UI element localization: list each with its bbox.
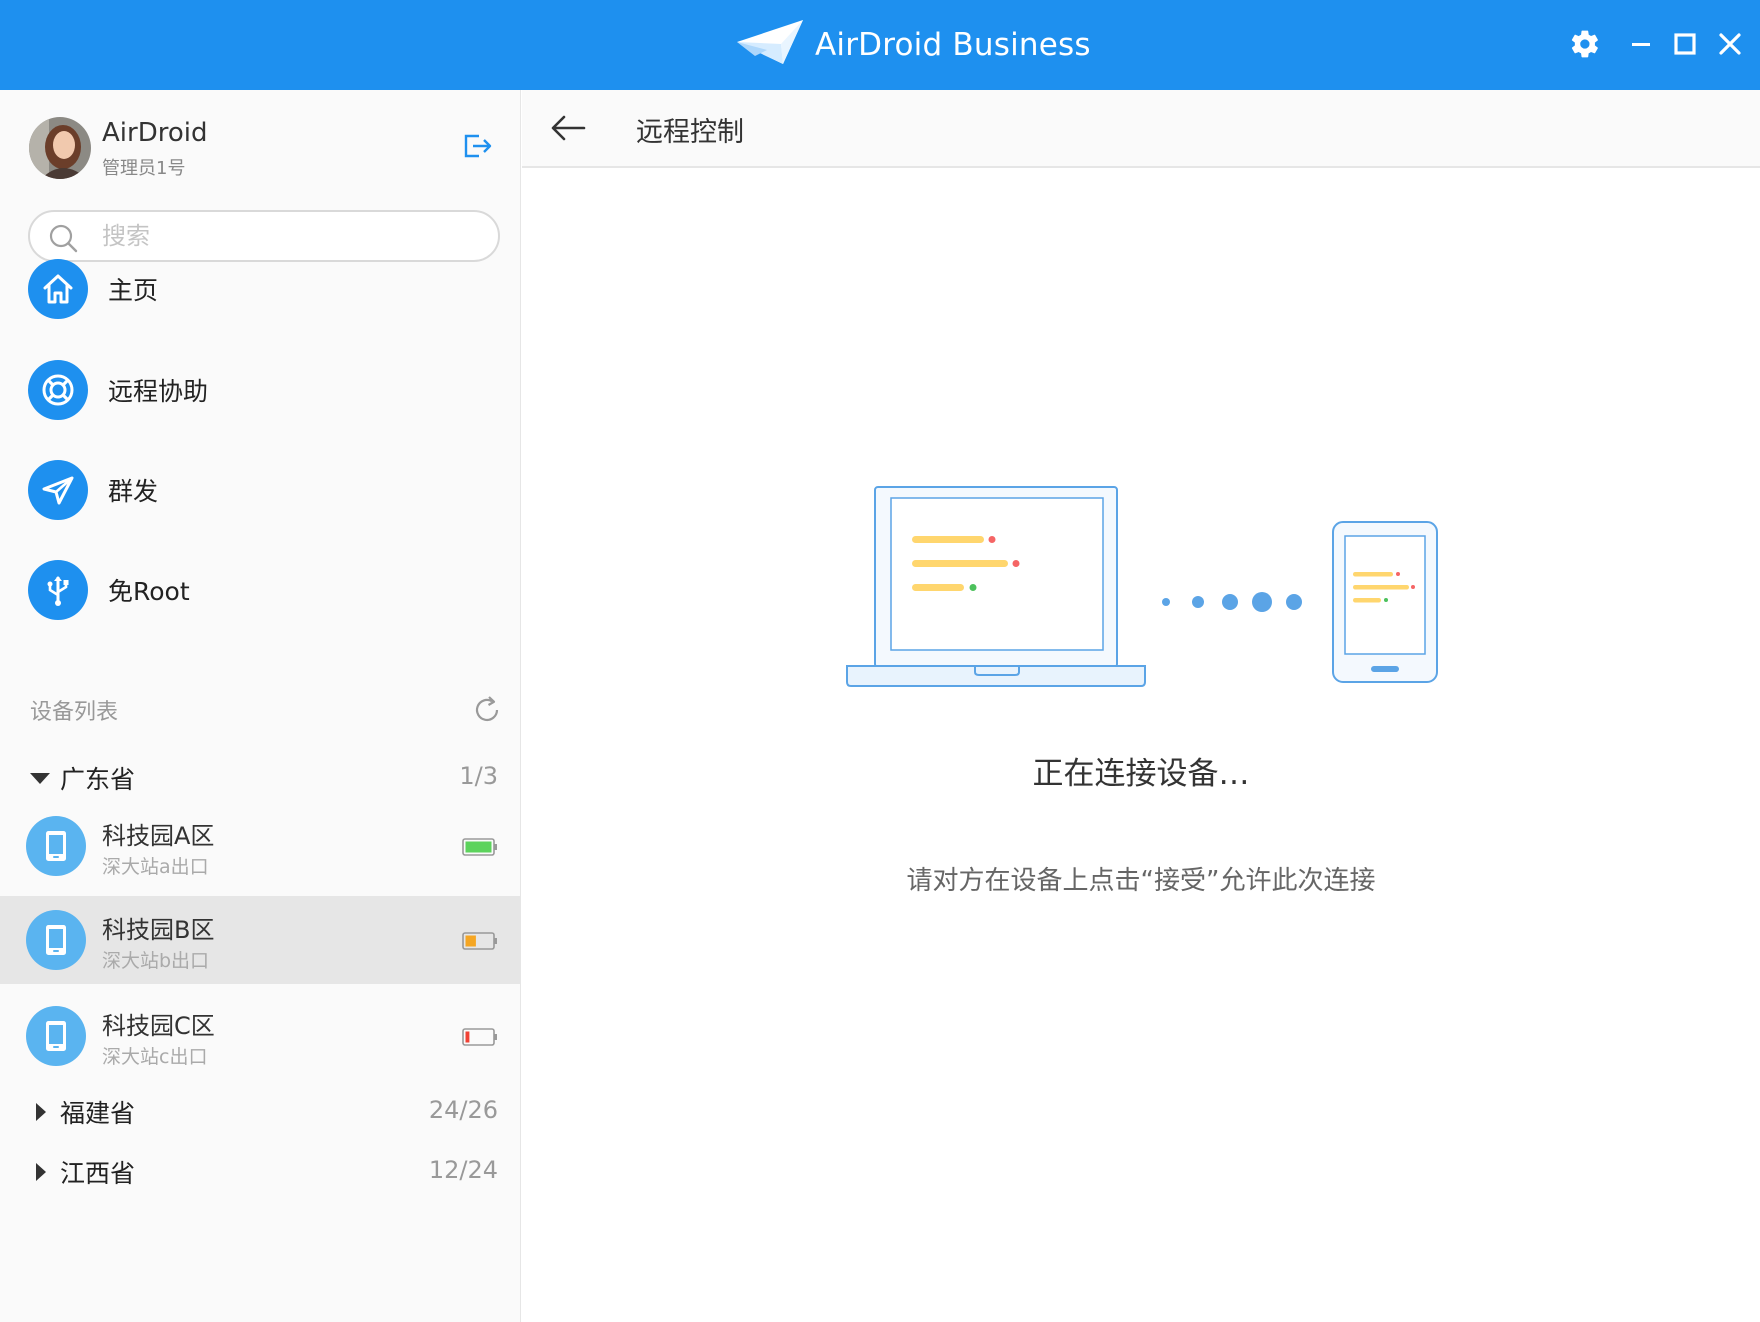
minimize-icon xyxy=(1632,43,1650,46)
phone-home-button xyxy=(1371,666,1399,672)
device-name: 科技园C区 xyxy=(102,1012,215,1040)
group-count: 1/3 xyxy=(459,762,498,790)
phone-display xyxy=(1344,535,1426,655)
arrow-left-icon xyxy=(551,115,586,141)
progress-dot xyxy=(1162,598,1170,606)
nav-item-broadcast[interactable]: 群发 xyxy=(0,455,520,525)
nav-home-circle xyxy=(28,259,88,319)
group-name: 广东省 xyxy=(60,765,136,794)
logout-icon xyxy=(464,134,492,158)
lifebuoy-icon xyxy=(42,374,74,406)
nav-item-remote-support[interactable]: 远程协助 xyxy=(0,355,520,425)
device-avatar xyxy=(26,910,86,970)
nav-item-home[interactable]: 主页 xyxy=(0,254,520,324)
progress-dot xyxy=(1252,592,1272,612)
group-jiangxi[interactable]: 江西省 12/24 xyxy=(0,1146,520,1196)
nav-noroot-circle xyxy=(28,560,88,620)
nav-label-no-root: 免Root xyxy=(108,577,190,606)
search-input[interactable] xyxy=(102,218,482,254)
device-avatar xyxy=(26,816,86,876)
back-button[interactable] xyxy=(550,112,586,144)
connection-status: 正在连接设备… xyxy=(1032,756,1250,792)
group-guangdong[interactable]: 广东省 1/3 xyxy=(0,752,520,802)
maximize-button[interactable] xyxy=(1665,24,1705,64)
group-count: 24/26 xyxy=(428,1096,498,1124)
close-button[interactable] xyxy=(1710,24,1750,64)
tablet-icon xyxy=(46,925,66,955)
tablet-icon xyxy=(46,831,66,861)
app-title: AirDroid Business xyxy=(815,27,1091,63)
device-row-c[interactable]: 科技园C区 深大站c出口 xyxy=(0,992,520,1080)
chevron-right-icon xyxy=(36,1163,46,1181)
device-name: 科技园B区 xyxy=(102,916,215,944)
device-name: 科技园A区 xyxy=(102,822,215,850)
avatar[interactable] xyxy=(29,117,91,179)
connection-hint: 请对方在设备上点击“接受”允许此次连接 xyxy=(906,866,1376,896)
device-location: 深大站b出口 xyxy=(102,950,210,972)
user-avatar-icon xyxy=(29,117,91,179)
main-header: 远程控制 xyxy=(522,90,1760,168)
group-fujian[interactable]: 福建省 24/26 xyxy=(0,1086,520,1136)
settings-button[interactable] xyxy=(1565,24,1605,64)
progress-dot xyxy=(1222,594,1238,610)
nav-label-broadcast: 群发 xyxy=(108,477,159,506)
home-icon xyxy=(43,274,73,304)
battery-icon xyxy=(462,1028,497,1046)
nav-label-remote-support: 远程协助 xyxy=(108,377,209,406)
sidebar: AirDroid 管理员1号 主页 远程协助 xyxy=(0,90,521,1322)
search-icon xyxy=(49,224,78,253)
user-role: 管理员1号 xyxy=(102,158,186,179)
device-location: 深大站c出口 xyxy=(102,1046,208,1068)
device-row-b[interactable]: 科技园B区 深大站b出口 xyxy=(0,896,520,984)
device-location: 深大站a出口 xyxy=(102,856,209,878)
logout-button[interactable] xyxy=(461,130,493,162)
user-name: AirDroid xyxy=(102,118,208,148)
usb-icon xyxy=(47,576,69,606)
refresh-icon xyxy=(475,696,499,722)
nav-broadcast-circle xyxy=(28,460,88,520)
send-icon xyxy=(42,476,74,505)
device-list-title: 设备列表 xyxy=(30,700,119,725)
device-avatar xyxy=(26,1006,86,1066)
chevron-right-icon xyxy=(36,1103,46,1121)
device-row-a[interactable]: 科技园A区 深大站a出口 xyxy=(0,802,520,890)
maximize-icon xyxy=(1674,33,1696,55)
title-bar: AirDroid Business xyxy=(0,0,1760,90)
battery-icon xyxy=(462,932,497,950)
gear-icon xyxy=(1571,30,1598,58)
close-icon xyxy=(1719,33,1741,55)
battery-icon xyxy=(462,838,497,856)
minimize-button[interactable] xyxy=(1621,24,1661,64)
progress-dot xyxy=(1192,596,1204,608)
nav-label-home: 主页 xyxy=(108,276,159,305)
airdroid-logo-icon xyxy=(737,20,803,64)
nav-remote-circle xyxy=(28,360,88,420)
nav-item-no-root[interactable]: 免Root xyxy=(0,555,520,625)
group-name: 江西省 xyxy=(60,1159,136,1188)
page-title: 远程控制 xyxy=(636,117,744,148)
connecting-illustration xyxy=(846,486,1438,687)
tablet-icon xyxy=(46,1021,66,1051)
group-name: 福建省 xyxy=(60,1099,136,1128)
group-count: 12/24 xyxy=(428,1156,498,1184)
app-brand: AirDroid Business xyxy=(737,18,1091,72)
chevron-down-icon xyxy=(30,773,50,784)
progress-dot xyxy=(1286,594,1302,610)
laptop-display xyxy=(890,497,1104,651)
refresh-button[interactable] xyxy=(472,695,502,725)
